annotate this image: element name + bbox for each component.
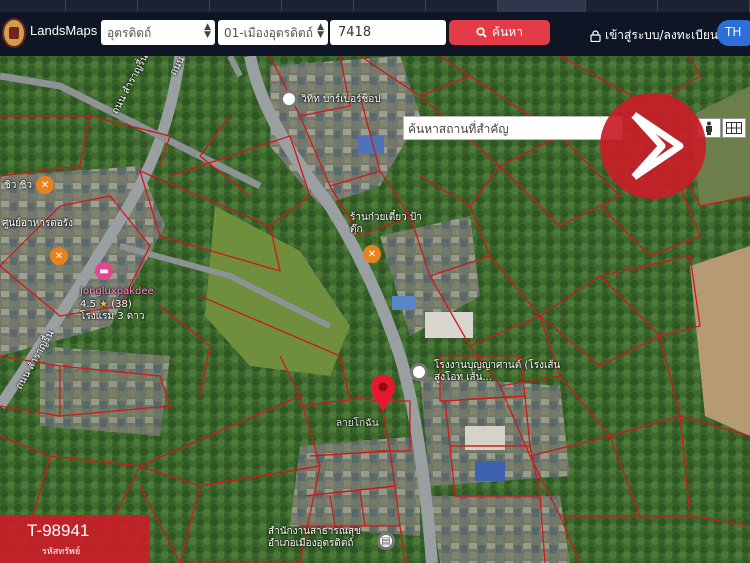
government-icon[interactable]: ▤	[377, 532, 395, 550]
place-icon[interactable]	[410, 363, 428, 381]
browser-tab[interactable]	[210, 0, 282, 12]
property-code-caption: รหัสทรัพย์	[42, 547, 81, 557]
place-label[interactable]: วิทิท บาร์เบอร์ช็อป	[301, 94, 381, 106]
browser-tab[interactable]	[66, 0, 138, 12]
place-label[interactable]: ศูนย์อาหารดอรัง	[2, 218, 73, 230]
hotel-rating-value: 4.5	[80, 299, 96, 310]
language-button[interactable]: TH	[717, 20, 750, 46]
browser-tab[interactable]	[354, 0, 426, 12]
dol-logo-icon	[2, 18, 26, 48]
place-label[interactable]: ชิว ชิว	[4, 180, 32, 192]
property-code: T-98941	[27, 521, 90, 540]
search-icon	[476, 27, 487, 38]
browser-tab[interactable]	[658, 0, 750, 12]
app-header: LandsMaps อุตรดิตถ์ ▲ ▼ 01-เมืองอุตรดิตถ์…	[0, 12, 750, 56]
place-icon[interactable]	[280, 90, 298, 108]
province-select[interactable]: อุตรดิตถ์ ▲ ▼	[101, 20, 215, 45]
district-select-value: 01-เมืองอุตรดิตถ์	[224, 26, 313, 40]
browser-tab[interactable]	[138, 0, 210, 12]
location-pin-icon[interactable]	[370, 374, 396, 412]
property-code-badge: T-98941 รหัสทรัพย์	[0, 515, 150, 563]
province-select-value: อุตรดิตถ์	[107, 26, 152, 40]
satellite-map[interactable]: วิทิท บาร์เบอร์ช็อป ชิว ชิว ✕ ศูนย์อาหาร…	[0, 56, 750, 563]
hotel-name[interactable]: Jongluxpakdee	[80, 286, 154, 298]
layers-button[interactable]	[722, 118, 746, 138]
select-arrows-icon: ▲ ▼	[204, 22, 211, 40]
place-label[interactable]: สำนักงานสาธารณสุข อำเภอเมืองอุตรดิตถ์	[268, 526, 378, 550]
place-search-input[interactable]: ค้นหาสถานที่สำคัญ	[403, 116, 623, 140]
lock-icon	[590, 29, 601, 42]
star-icon: ★	[99, 299, 109, 310]
urban-area	[430, 496, 570, 563]
search-button[interactable]: ค้นหา	[449, 20, 550, 45]
restaurant-icon[interactable]: ✕	[50, 247, 68, 265]
place-label[interactable]: ร้านก๋วยเตี๋ยว ป้าตุ๊ก	[350, 212, 430, 236]
brand-name: LandsMaps	[30, 23, 98, 38]
browser-tab[interactable]	[426, 0, 498, 12]
hotel-review-count: (38)	[111, 299, 132, 310]
place-label[interactable]: ลายโกฉัน	[336, 418, 379, 430]
restaurant-icon[interactable]: ✕	[363, 245, 381, 263]
hotel-icon[interactable]: ▬	[95, 262, 113, 280]
browser-tab-strip	[0, 0, 750, 12]
browser-tab[interactable]	[586, 0, 658, 12]
place-label[interactable]: โรงงานบุญญาศานต์ (โรงเส้นสูงโอท เส้น...	[434, 360, 564, 384]
hotel-category: โรงแรม 3 ดาว	[80, 311, 145, 322]
parcel-number-input[interactable]	[330, 20, 446, 45]
watermark-logo-icon	[600, 93, 706, 199]
restaurant-icon[interactable]: ✕	[36, 176, 54, 194]
play-arrows-icon	[631, 112, 684, 180]
building-roof	[475, 461, 505, 481]
select-arrows-icon: ▲ ▼	[317, 22, 324, 40]
building-roof	[392, 296, 416, 310]
browser-tab[interactable]	[0, 0, 66, 12]
browser-tab[interactable]	[282, 0, 354, 12]
login-link[interactable]: เข้าสู่ระบบ/ลงทะเบียน	[590, 26, 718, 45]
hotel-rating: 4.5 ★ (38)	[80, 299, 132, 311]
building-roof	[425, 312, 473, 338]
browser-tab-active[interactable]	[498, 0, 586, 12]
login-label: เข้าสู่ระบบ/ลงทะเบียน	[605, 28, 719, 42]
grid-icon	[726, 122, 742, 134]
search-button-label: ค้นหา	[492, 25, 523, 39]
district-select[interactable]: 01-เมืองอุตรดิตถ์ ▲ ▼	[218, 20, 328, 45]
